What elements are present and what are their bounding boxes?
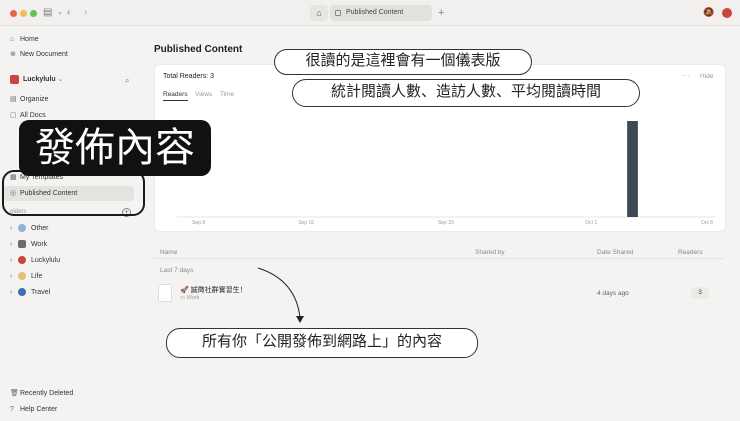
trash-icon: 🗑 (10, 390, 19, 397)
avatar[interactable] (722, 8, 732, 18)
new-document-icon: ⊕ (10, 51, 16, 58)
chart-bar[interactable] (627, 121, 638, 217)
sidebar-folder-other[interactable]: › Other (10, 223, 48, 235)
back-icon[interactable]: ‹ (67, 6, 70, 20)
readers-count[interactable]: 3 (691, 287, 709, 299)
chevron-down-icon[interactable]: ⌄ (57, 6, 63, 20)
workspace-avatar (10, 74, 19, 84)
column-name[interactable]: Name (160, 249, 177, 256)
column-readers[interactable]: Readers (678, 249, 703, 256)
home-icon: ⌂ (10, 36, 15, 43)
sidebar-item-recently-deleted[interactable]: 🗑Recently Deleted (10, 388, 73, 400)
docs-icon: ▢ (10, 112, 17, 119)
table-divider (154, 258, 724, 259)
sidebar-folder-travel[interactable]: › Travel (10, 287, 50, 299)
highlight-circle (2, 170, 145, 216)
zoom-window-button[interactable] (30, 10, 37, 17)
sidebar-folder-luckylulu[interactable]: › Luckylulu (10, 255, 60, 267)
x-tick-label: Sep 9 (192, 220, 205, 226)
title-bar: ▤ ⌄ ‹ › ⌂ Published Content + 🔕 (0, 0, 740, 26)
sidebar-item-help-center[interactable]: ? Help Center (10, 404, 57, 416)
tab-label: Published Content (346, 9, 404, 16)
folder-icon (17, 240, 26, 249)
sidebar-folder-life[interactable]: › Life (10, 271, 42, 283)
sidebar-item-home[interactable]: ⌂ Home (10, 34, 39, 46)
x-tick-label: Sep 16 (298, 220, 314, 226)
search-icon[interactable]: ⌕ (125, 76, 129, 86)
sidebar: ⌂ Home ⊕ New Document Luckylulu ⌄ ⌕ ▤ Organ… (0, 26, 140, 421)
chevron-right-icon: › (10, 273, 13, 280)
notifications-off-icon[interactable]: 🔕 (703, 7, 714, 18)
page-title: Published Content (154, 44, 243, 55)
annotation-bubble-dashboard: 很讀的是這裡會有一個儀表版 (274, 49, 532, 75)
folder-icon (17, 272, 26, 281)
x-tick-label: Oct 8 (701, 220, 713, 226)
new-tab-button[interactable]: + (438, 5, 444, 21)
chevron-right-icon: › (10, 289, 13, 296)
annotation-bubble-stats: 統計閱讀人數、造訪人數、平均閱讀時間 (292, 79, 640, 107)
chevron-right-icon: › (10, 257, 13, 264)
group-label: Last 7 days (160, 267, 194, 274)
minimize-window-button[interactable] (20, 10, 27, 17)
folder-icon (17, 224, 26, 233)
sidebar-toggle-icon[interactable]: ▤ (43, 6, 52, 20)
home-icon: ⌂ (316, 8, 322, 18)
folder-icon (17, 288, 26, 297)
document-icon (335, 10, 341, 16)
chevron-down-icon: ⌄ (57, 76, 64, 83)
document-thumbnail[interactable] (158, 284, 172, 302)
workspace-switcher[interactable]: Luckylulu ⌄ (10, 74, 64, 86)
folder-icon: ▭ (180, 295, 187, 301)
date-shared: 4 days ago (597, 290, 629, 297)
help-icon: ? (10, 406, 14, 413)
sidebar-item-new-document[interactable]: ⊕ New Document (10, 49, 68, 61)
forward-icon[interactable]: › (84, 6, 87, 20)
organize-icon: ▤ (10, 96, 17, 103)
x-tick-label: Oct 1 (585, 220, 597, 226)
document-title[interactable]: 🚀 誠徵社群實習生！ (180, 285, 247, 295)
chevron-right-icon: › (10, 241, 13, 248)
x-tick-label: Sep 23 (438, 220, 454, 226)
annotation-bubble-published: 所有你「公開發佈到網路上」的內容 (166, 328, 478, 358)
document-folder: ▭ Work (180, 295, 200, 301)
chevron-right-icon: › (10, 225, 13, 232)
annotation-big-label: 發佈內容 (19, 120, 211, 176)
sidebar-folder-work[interactable]: › Work (10, 239, 47, 251)
column-shared-by[interactable]: Shared by (475, 249, 505, 256)
close-window-button[interactable] (10, 10, 17, 17)
tab-published-content[interactable]: Published Content (330, 5, 432, 21)
home-tab[interactable]: ⌂ (310, 5, 328, 21)
sidebar-item-organize[interactable]: ▤ Organize (10, 94, 48, 106)
folder-icon (17, 256, 26, 265)
column-date-shared[interactable]: Date Shared (597, 249, 634, 256)
